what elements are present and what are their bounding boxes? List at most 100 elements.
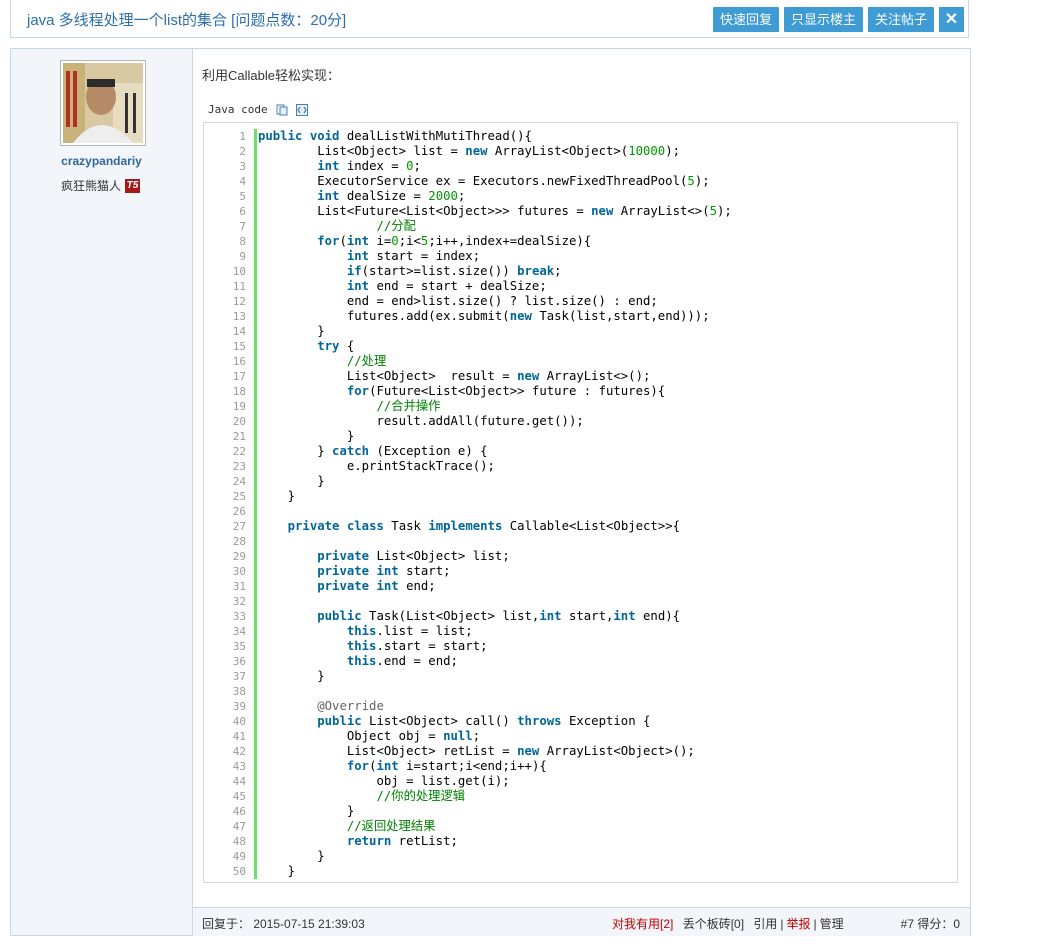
- code-line: end = end>list.size() ? list.size() : en…: [258, 294, 658, 308]
- line-number: 44: [232, 775, 246, 788]
- line-number: 15: [232, 340, 246, 353]
- code-line: try {: [317, 339, 355, 353]
- line-number: 11: [232, 280, 246, 293]
- show-op-only-button[interactable]: 只显示楼主: [783, 7, 863, 32]
- line-number: 45: [232, 790, 246, 803]
- thread-title-bar: java 多线程处理一个list的集合 [问题点数：20分] 快速回复 只显示楼…: [10, 0, 969, 38]
- code-line: public List<Object> call() throws Except…: [317, 714, 651, 728]
- line-number: 21: [232, 430, 246, 443]
- code-line: }: [258, 429, 355, 443]
- line-number: 25: [232, 490, 246, 503]
- avatar-image: [63, 63, 143, 143]
- line-number: 41: [232, 730, 246, 743]
- line-number: 38: [232, 685, 246, 698]
- line-number: 47: [232, 820, 246, 833]
- code-line: }: [258, 324, 325, 338]
- report-link[interactable]: 举报: [787, 915, 811, 932]
- line-number: 26: [232, 505, 246, 518]
- useful-link[interactable]: 对我有用[2]: [612, 915, 673, 932]
- code-block: 1 2 3 4 5 6 7 8 9 10 11 12 13 14 15 16 17 18 19 20 21 22 23 24 2…: [203, 122, 958, 883]
- code-line: }: [258, 804, 355, 818]
- post-intro-text: 利用Callable轻松实现：: [202, 68, 340, 83]
- code-line: @Override: [317, 699, 384, 713]
- line-number: 36: [232, 655, 246, 668]
- line-number: 31: [232, 580, 246, 593]
- line-number: 13: [232, 310, 246, 323]
- brick-link[interactable]: 丢个板砖[0]: [683, 915, 744, 932]
- line-number: 33: [232, 610, 246, 623]
- view-source-icon[interactable]: [295, 103, 308, 116]
- separator: |: [780, 916, 784, 931]
- code-line: ExecutorService ex = Executors.newFixedT…: [258, 174, 710, 188]
- floor-score: #7 得分：0: [900, 917, 960, 931]
- line-number: 10: [232, 265, 246, 278]
- copy-code-icon[interactable]: [276, 104, 288, 116]
- thread-title: java 多线程处理一个list的集合 [问题点数：20分]: [27, 12, 347, 29]
- code-line: futures.add(ex.submit(new Task(list,star…: [258, 309, 710, 323]
- line-number: 5: [239, 190, 246, 203]
- code-line: }: [258, 864, 296, 878]
- code-line: this.end = end;: [346, 654, 458, 668]
- code-line: //合并操作: [376, 399, 441, 413]
- code-line: } catch (Exception e) {: [258, 444, 488, 458]
- code-line: public void dealListWithMutiThread(){: [258, 129, 532, 143]
- code-line: obj = list.get(i);: [258, 774, 510, 788]
- line-number: 2: [239, 145, 246, 158]
- code-line: for(int i=0;i<5;i++,index+=dealSize){: [317, 234, 592, 248]
- line-number: 40: [232, 715, 246, 728]
- line-number: 34: [232, 625, 246, 638]
- separator: [676, 917, 679, 931]
- line-numbers: 1 2 3 4 5 6 7 8 9 10 11 12 13 14 15 16 17 18 19 20 21 22 23 24 2…: [204, 129, 257, 879]
- line-number: 35: [232, 640, 246, 653]
- code-line: //返回处理结果: [346, 819, 436, 833]
- line-number: 39: [232, 700, 246, 713]
- quick-reply-button[interactable]: 快速回复: [712, 7, 779, 32]
- code-line: this.list = list;: [346, 624, 473, 638]
- line-number: 12: [232, 295, 246, 308]
- code-content: public void dealListWithMutiThread(){ Li…: [258, 129, 732, 879]
- code-line: private int end;: [317, 579, 436, 593]
- line-number: 23: [232, 460, 246, 473]
- code-line: result.addAll(future.get());: [258, 414, 584, 428]
- username[interactable]: crazypandariy: [11, 154, 192, 168]
- line-number: 50: [232, 865, 246, 878]
- line-number: 46: [232, 805, 246, 818]
- code-line: }: [258, 669, 325, 683]
- code-line: private int start;: [317, 564, 451, 578]
- code-line: //处理: [346, 354, 387, 368]
- follow-thread-button[interactable]: 关注帖子: [867, 7, 934, 32]
- user-panel: crazypandariy 疯狂熊猫人 T5: [11, 49, 193, 935]
- line-number: 28: [232, 535, 246, 548]
- code-header: Java code: [208, 103, 308, 116]
- separator: [747, 917, 750, 931]
- line-number: 4: [239, 175, 246, 188]
- code-line: //你的处理逻辑: [376, 789, 466, 803]
- post-container: crazypandariy 疯狂熊猫人 T5 利用Callable轻松实现： J…: [10, 48, 971, 936]
- code-language-label: Java code: [208, 103, 268, 116]
- code-line: return retList;: [346, 834, 458, 848]
- post-footer: 回复于： 2015-07-15 21:39:03 对我有用[2] 丢个板砖[0]…: [193, 907, 970, 936]
- code-line: Object obj = null;: [258, 729, 481, 743]
- post-body: 利用Callable轻松实现： Java code 1 2 3 4 5 6 7 8 9 10 11 1…: [193, 49, 970, 907]
- code-line: List<Object> list = new ArrayList<Object…: [258, 144, 681, 158]
- line-number: 14: [232, 325, 246, 338]
- close-icon[interactable]: ✕: [939, 7, 964, 32]
- line-number: 9: [239, 250, 246, 263]
- quote-link[interactable]: 引用: [753, 915, 777, 932]
- code-line: this.start = start;: [346, 639, 488, 653]
- manage-link[interactable]: 管理: [820, 915, 844, 932]
- line-number: 42: [232, 745, 246, 758]
- line-number: 16: [232, 355, 246, 368]
- thread-actions: 快速回复 只显示楼主 关注帖子 ✕: [712, 7, 964, 32]
- line-number: 18: [232, 385, 246, 398]
- line-number: 24: [232, 475, 246, 488]
- code-line: private class Task implements Callable<L…: [287, 519, 681, 533]
- line-number: 3: [239, 160, 246, 173]
- nickname-text: 疯狂熊猫人: [61, 179, 122, 193]
- line-number: 7: [239, 220, 246, 233]
- code-line: int index = 0;: [317, 159, 421, 173]
- avatar[interactable]: [60, 60, 146, 146]
